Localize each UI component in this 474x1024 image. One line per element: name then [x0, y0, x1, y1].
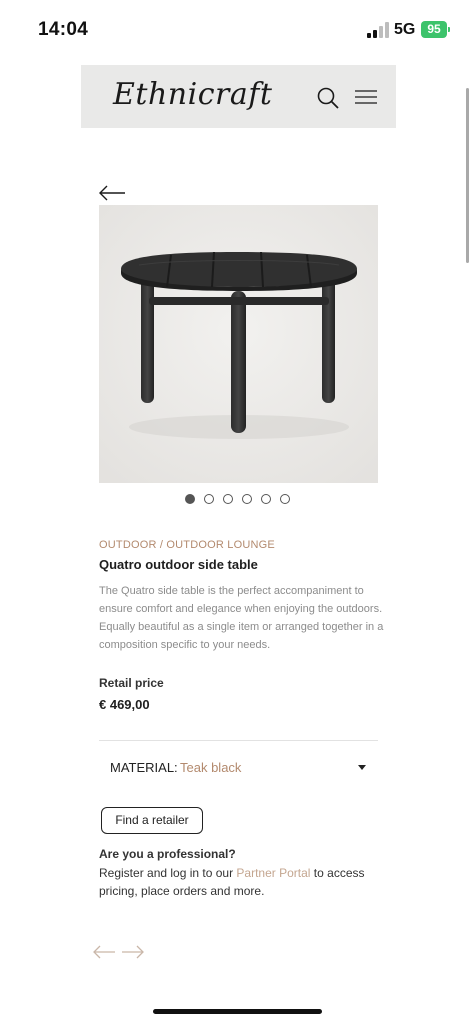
- battery-indicator: 95: [421, 21, 450, 38]
- divider: [99, 740, 378, 741]
- carousel-dot[interactable]: [223, 494, 233, 504]
- table-illustration: [99, 205, 378, 483]
- carousel-dot[interactable]: [280, 494, 290, 504]
- carousel-dot[interactable]: [242, 494, 252, 504]
- material-select[interactable]: MATERIAL: Teak black: [99, 753, 378, 781]
- search-icon[interactable]: [316, 86, 340, 110]
- scrollbar[interactable]: [466, 88, 469, 263]
- product-description: The Quatro side table is the perfect acc…: [99, 585, 384, 651]
- network-type: 5G: [394, 21, 416, 38]
- partner-portal-link[interactable]: Partner Portal: [236, 866, 310, 880]
- product-image[interactable]: [99, 205, 378, 483]
- find-retailer-button[interactable]: Find a retailer: [101, 807, 203, 834]
- carousel-dot[interactable]: [185, 494, 195, 504]
- material-value: Teak black: [180, 760, 242, 775]
- status-time: 14:04: [38, 19, 89, 40]
- price-label: Retail price: [99, 676, 164, 690]
- signal-icon: [367, 22, 389, 38]
- status-bar: 14:04 5G 95: [0, 0, 474, 60]
- professional-text-before: Register and log in to our: [99, 866, 237, 880]
- carousel-dot[interactable]: [204, 494, 214, 504]
- brand-logo[interactable]: Ethnicraft: [113, 77, 272, 112]
- product-title: Quatro outdoor side table: [99, 557, 258, 572]
- next-arrow-icon[interactable]: [122, 945, 144, 959]
- prev-arrow-icon[interactable]: [93, 945, 115, 959]
- menu-icon[interactable]: [355, 89, 377, 105]
- caret-down-icon: [358, 765, 366, 770]
- site-header: Ethnicraft: [81, 65, 396, 128]
- carousel-arrows: [93, 945, 144, 959]
- material-label: MATERIAL:: [110, 760, 178, 775]
- home-indicator[interactable]: [153, 1009, 322, 1014]
- professional-question: Are you a professional?: [99, 847, 236, 861]
- professional-text: Register and log in to our Partner Porta…: [99, 864, 369, 900]
- back-arrow-icon[interactable]: [98, 184, 126, 202]
- carousel-dots: [185, 494, 290, 508]
- carousel-dot[interactable]: [261, 494, 271, 504]
- product-price: € 469,00: [99, 697, 150, 712]
- breadcrumb[interactable]: OUTDOOR / OUTDOOR LOUNGE: [99, 539, 275, 551]
